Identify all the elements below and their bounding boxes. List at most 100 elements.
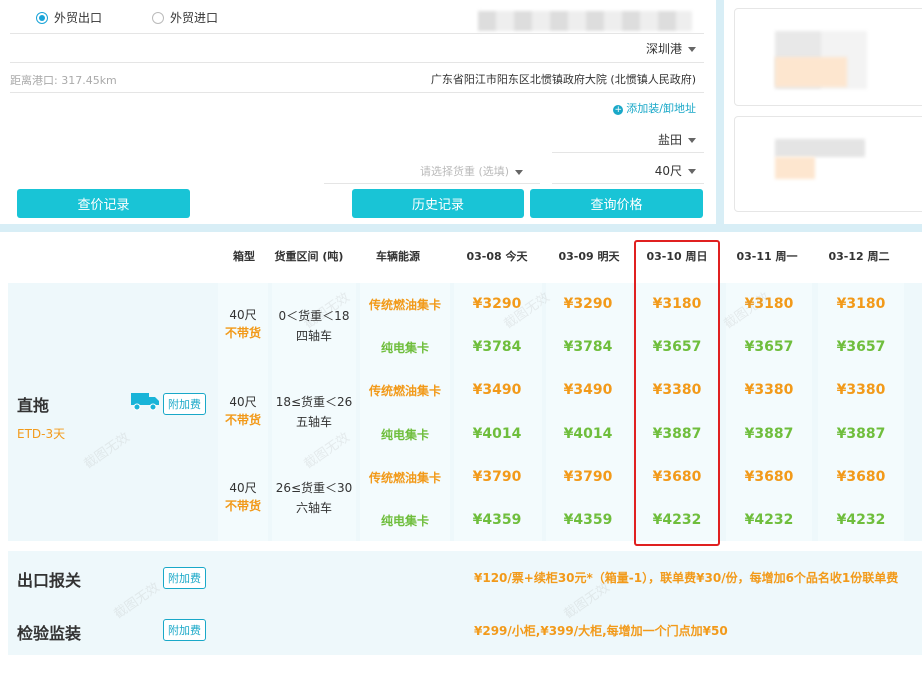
export-label: 外贸出口 [54,11,103,25]
price-cell: ¥4359 [472,512,522,528]
header-energy: 车辆能源 [376,250,420,263]
header-box-type: 箱型 [233,250,255,263]
divider [10,92,704,93]
surcharge-tag[interactable]: 附加费 [163,619,206,641]
no-goods-label: 不带货 [224,326,261,340]
plus-circle-icon: + [613,105,624,115]
price-cell: ¥4232 [836,512,886,528]
price-cell: ¥3680 [744,469,794,485]
query-record-button[interactable]: 查价记录 [17,189,190,218]
add-address-label: 添加装/卸地址 [626,102,696,115]
weight-range: 26≤货重＜30 [275,481,353,495]
trade-type-radio-group: 外贸出口 外贸进口 [36,9,218,26]
price-cell: ¥3887 [836,426,886,442]
side-card[interactable] [734,8,922,106]
price-column-0 [454,283,542,541]
box-size: 40尺 [229,395,257,409]
price-cell: ¥4014 [472,426,522,442]
divider [552,152,704,153]
header-date-3: 03-11 周一 [736,250,798,263]
service-desc: ¥299/小柜,¥399/大柜,每增加一个门点加¥50 [474,624,728,638]
service-desc: ¥120/票+续柜30元*（箱量-1），联单费¥30/份，每增加6个品名收1份联… [474,571,899,585]
price-cell: ¥3290 [472,296,522,312]
surcharge-tag[interactable]: 附加费 [163,393,206,415]
chevron-down-icon [688,47,696,52]
price-cell: ¥3680 [836,469,886,485]
energy-fuel: 传统燃油集卡 [368,298,441,312]
divider [324,183,540,184]
axle-type: 五轴车 [295,415,332,429]
add-address-link[interactable]: + 添加装/卸地址 [613,100,696,116]
price-cell: ¥3290 [563,296,613,312]
divider [552,183,704,184]
header-weight-range: 货重区间 (吨) [274,250,344,263]
weight-range: 0＜货重＜18 [278,309,350,323]
header-date-0: 03-08 今天 [466,250,528,263]
distance-text: 距离港口: 317.45km [10,74,117,87]
chevron-down-icon [688,169,696,174]
service-name: 直拖 [17,396,50,415]
address-field[interactable]: 广东省阳江市阳东区北惯镇政府大院 (北惯镇人民政府) [431,71,696,87]
import-radio[interactable] [152,11,165,24]
export-radio[interactable] [36,11,48,24]
box-size: 40尺 [229,308,257,322]
energy-electric: 纯电集卡 [380,428,429,442]
energy-fuel: 传统燃油集卡 [368,384,441,398]
service-title: 出口报关 [17,571,82,590]
cargo-weight-select[interactable]: 请选择货重 (选填) [420,163,524,179]
blurred-field [478,11,692,31]
chevron-down-icon [515,169,524,175]
price-cell: ¥4359 [563,512,613,528]
truck-icon [131,393,159,411]
no-goods-label: 不带货 [224,499,261,513]
price-cell: ¥3380 [744,382,794,398]
price-column-1 [546,283,632,541]
query-price-button[interactable]: 查询价格 [530,189,703,218]
price-cell: ¥3180 [836,296,886,312]
price-cell: ¥3180 [744,296,794,312]
price-cell: ¥3784 [563,339,613,355]
axle-type: 六轴车 [295,501,332,515]
price-column-4 [818,283,904,541]
box-type-cell: 40尺 不带货 [218,393,268,429]
divider [10,62,704,63]
query-form: 外贸出口 外贸进口 深圳港 距离港口: 317.45km 广东省阳江市阳东区北惯… [0,0,716,224]
port-select[interactable]: 深圳港 [646,40,696,57]
no-goods-label: 不带货 [224,413,261,427]
price-cell: ¥3490 [563,382,613,398]
price-cell: ¥3790 [472,469,522,485]
side-card[interactable] [734,116,922,212]
price-cell: ¥4014 [563,426,613,442]
price-column-3 [726,283,812,541]
terminal-select[interactable]: 盐田 [658,131,696,148]
weight-range-cell: 0＜货重＜18 四轴车 [272,306,356,346]
price-cell: ¥3657 [836,339,886,355]
history-button[interactable]: 历史记录 [352,189,524,218]
price-cell: ¥3380 [836,382,886,398]
price-cell: ¥3887 [744,426,794,442]
price-cell: ¥4232 [744,512,794,528]
header-date-4: 03-12 周二 [828,250,890,263]
header-date-1: 03-09 明天 [558,250,620,263]
price-cell: ¥3784 [472,339,522,355]
terminal-value: 盐田 [657,133,682,147]
blurred-content [775,157,815,179]
extra-services-panel [8,551,922,655]
service-title: 检验监装 [17,624,82,643]
axle-type: 四轴车 [295,329,332,343]
weight-range: 18≤货重＜26 [275,395,353,409]
side-panel [724,0,922,224]
weight-range-cell: 18≤货重＜26 五轴车 [272,392,356,432]
box-size: 40尺 [229,481,257,495]
port-value: 深圳港 [645,42,682,56]
chevron-down-icon [688,138,696,143]
energy-fuel: 传统燃油集卡 [368,471,441,485]
energy-column [360,283,450,541]
surcharge-tag[interactable]: 附加费 [163,567,206,589]
weight-range-cell: 26≤货重＜30 六轴车 [272,478,356,518]
box-size-select[interactable]: 40尺 [655,162,696,179]
box-type-cell: 40尺 不带货 [218,306,268,342]
cargo-weight-placeholder: 请选择货重 (选填) [420,165,510,178]
price-cell: ¥3490 [472,382,522,398]
energy-electric: 纯电集卡 [380,514,429,528]
